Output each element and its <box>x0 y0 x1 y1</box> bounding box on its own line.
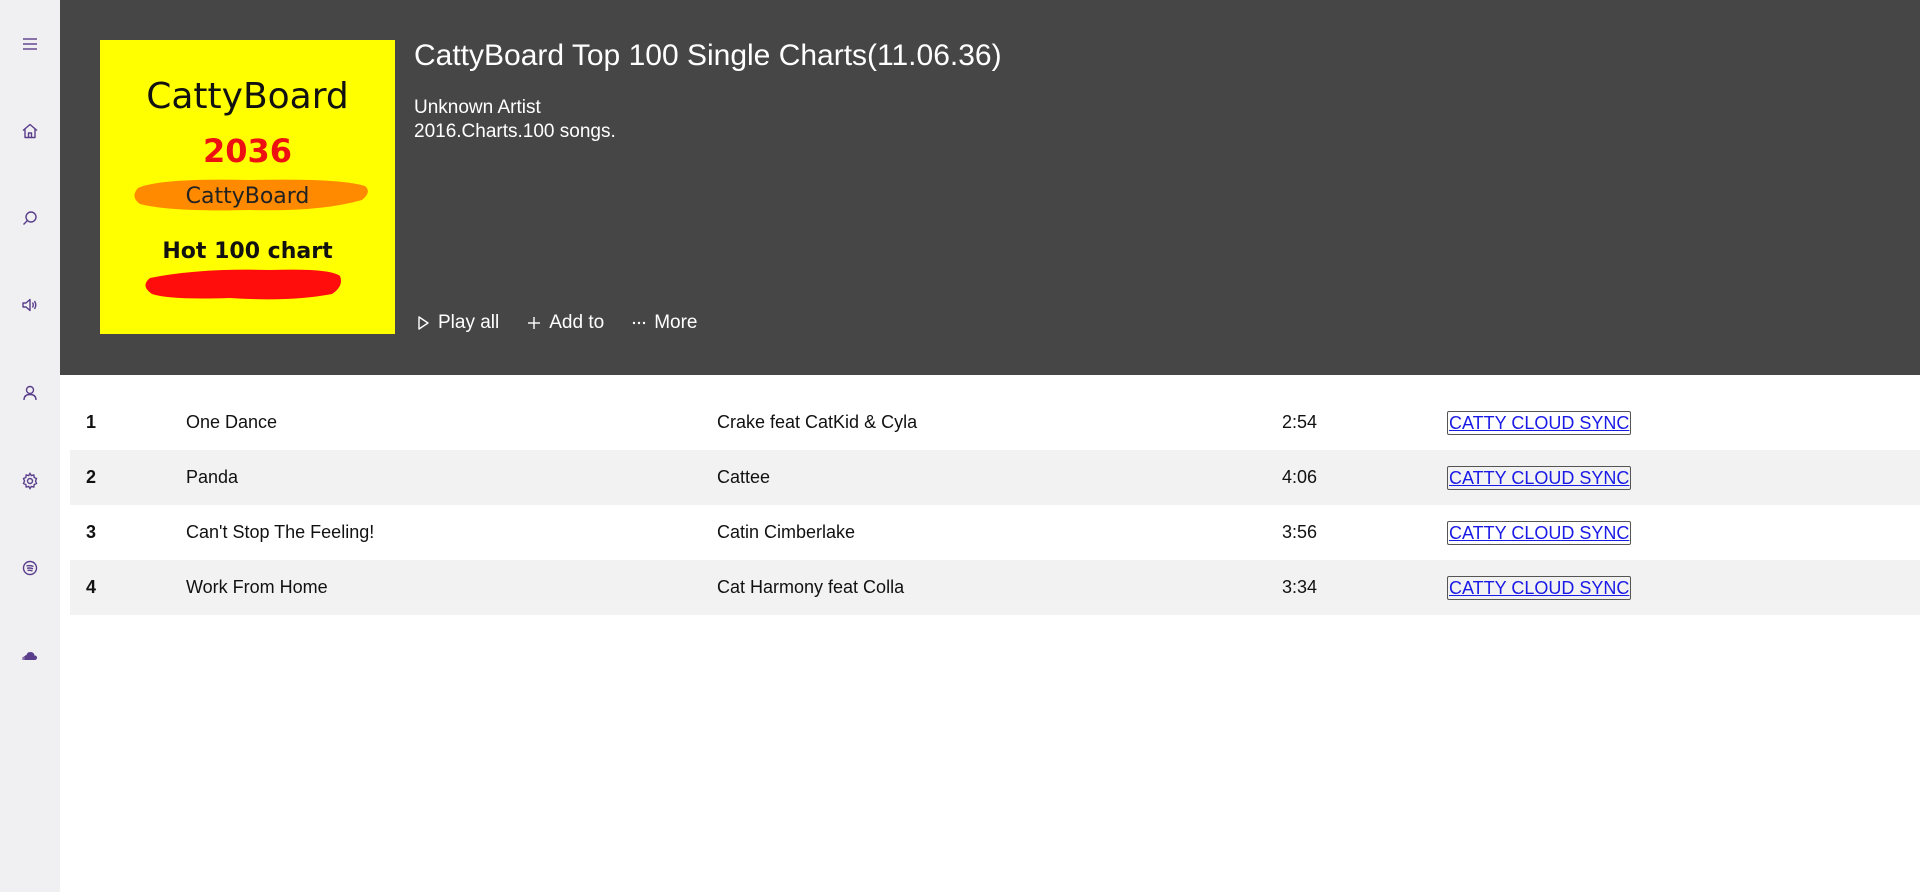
more-label: More <box>654 312 698 333</box>
search-icon[interactable] <box>14 202 46 234</box>
soundcloud-icon[interactable] <box>14 640 46 672</box>
cloud-sync-button[interactable]: CATTY CLOUD SYNC <box>1447 411 1632 436</box>
album-title: CattyBoard Top 100 Single Charts(11.06.3… <box>414 39 1002 72</box>
track-row[interactable]: 4 Work From Home Cat Harmony feat Colla … <box>70 560 1920 615</box>
sidebar <box>0 0 60 892</box>
track-number: 3 <box>86 522 97 542</box>
track-artist: Catin Cimberlake <box>717 522 856 542</box>
sync-cell: CATTY CLOUD SYNC <box>1447 505 1632 560</box>
track-duration: 4:06 <box>1282 467 1318 487</box>
gear-icon[interactable] <box>14 465 46 497</box>
track-number: 1 <box>86 412 97 432</box>
track-number: 4 <box>86 577 97 597</box>
add-to-label: Add to <box>549 312 605 333</box>
speaker-icon[interactable] <box>14 289 46 321</box>
cover-year: 2036 <box>203 132 292 170</box>
cover-brand: CattyBoard <box>146 76 349 117</box>
track-title: Can't Stop The Feeling! <box>186 522 375 542</box>
cloud-sync-button[interactable]: CATTY CLOUD SYNC <box>1447 466 1632 491</box>
more-button[interactable]: More <box>630 312 697 334</box>
spotify-icon[interactable] <box>14 552 46 584</box>
track-number: 2 <box>86 467 97 487</box>
album-cover: CattyBoard 2036 CattyBoard Hot 100 chart <box>100 40 395 334</box>
album-description: 2016.Charts.100 songs. <box>414 121 616 142</box>
sync-cell: CATTY CLOUD SYNC <box>1447 450 1632 505</box>
sync-cell: CATTY CLOUD SYNC <box>1447 395 1632 450</box>
album-actions: Play all Add to More <box>414 310 723 336</box>
track-artist: Crake feat CatKid & Cyla <box>717 412 918 432</box>
plus-icon <box>525 314 543 332</box>
track-title: Panda <box>186 467 239 487</box>
track-row[interactable]: 2 Panda Cattee 4:06 CATTY CLOUD SYNC <box>70 450 1920 505</box>
track-title: One Dance <box>186 412 278 432</box>
track-row[interactable]: 1 One Dance Crake feat CatKid & Cyla 2:5… <box>70 395 1920 450</box>
sync-cell: CATTY CLOUD SYNC <box>1447 560 1632 615</box>
play-all-label: Play all <box>438 312 500 333</box>
cover-tagline: Hot 100 chart <box>162 239 333 264</box>
track-duration: 3:34 <box>1282 577 1318 597</box>
home-icon[interactable] <box>14 115 46 147</box>
track-list: 1 One Dance Crake feat CatKid & Cyla 2:5… <box>70 395 1920 615</box>
track-duration: 2:54 <box>1282 412 1318 432</box>
album-artist[interactable]: Unknown Artist <box>414 97 541 119</box>
cloud-sync-button[interactable]: CATTY CLOUD SYNC <box>1447 521 1632 546</box>
menu-icon[interactable] <box>14 28 46 60</box>
ellipsis-icon <box>630 314 648 332</box>
track-duration: 3:56 <box>1282 522 1318 542</box>
play-icon <box>414 314 432 332</box>
cover-subbrand: CattyBoard <box>186 184 310 209</box>
user-icon[interactable] <box>14 377 46 409</box>
play-all-button[interactable]: Play all <box>414 312 499 334</box>
add-to-button[interactable]: Add to <box>525 312 604 334</box>
cloud-sync-button[interactable]: CATTY CLOUD SYNC <box>1447 576 1632 601</box>
track-artist: Cattee <box>717 467 771 487</box>
track-artist: Cat Harmony feat Colla <box>717 577 905 597</box>
track-row[interactable]: 3 Can't Stop The Feeling! Catin Cimberla… <box>70 505 1920 560</box>
track-title: Work From Home <box>186 577 328 597</box>
